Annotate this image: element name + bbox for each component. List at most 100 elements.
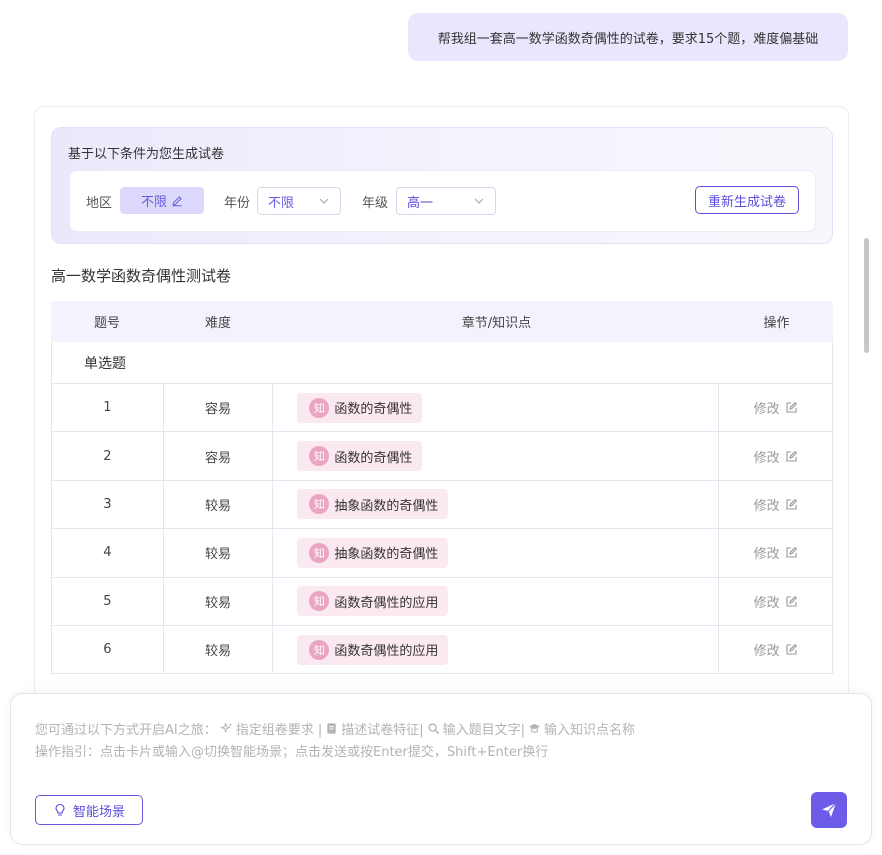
hint-prefix: 您可通过以下方式开启AI之旅：: [35, 723, 217, 738]
knowledge-cell: 知函数的奇偶性: [273, 384, 720, 432]
header-action: 操作: [763, 316, 790, 331]
edit-label: 修改: [753, 547, 780, 563]
knowledge-badge-icon: 知: [309, 397, 330, 418]
knowledge-cell: 知抽象函数的奇偶性: [273, 480, 720, 529]
question-rows: 1 容易知函数的奇偶性 修改 2 容易知函数的奇偶性 修改 3 较易知抽象函数的奇偶性 修改 4 较…: [51, 384, 833, 675]
edit-action[interactable]: 修改: [719, 432, 832, 479]
document-icon: [327, 723, 336, 734]
knowledge-badge-icon: 知: [309, 494, 330, 515]
header-knowledge: 章节/知识点: [461, 316, 532, 331]
knowledge-tag[interactable]: 知函数奇偶性的应用: [297, 586, 449, 617]
conditions-panel: 基于以下条件为您生成试卷 地区 不限 年份 不限 年级 高一 重新生成试卷: [51, 127, 833, 244]
edit-icon: [786, 498, 797, 510]
table-row: 5 较易知函数奇偶性的应用 修改: [51, 577, 833, 626]
question-table: 题号 难度 章节/知识点 操作 单选题 1 容易知函数的奇偶性 修改 2 容易知函数的奇…: [51, 301, 833, 675]
question-difficulty: 较易: [164, 625, 274, 674]
hint-item-features[interactable]: 描述试卷特征|: [341, 719, 423, 738]
grade-select[interactable]: 高一: [396, 187, 496, 215]
input-hint-line-1: 您可通过以下方式开启AI之旅： 指定组卷要求 | 描述试卷特征| 输入题目文字|…: [35, 719, 635, 738]
table-row: 2 容易知函数的奇偶性 修改: [51, 432, 833, 481]
edit-action[interactable]: 修改: [719, 626, 832, 673]
hint-item-knowledge[interactable]: 输入知识点名称: [544, 719, 635, 738]
regenerate-paper-button[interactable]: 重新生成试卷: [695, 186, 799, 214]
conditions-row: 地区 不限 年份 不限 年级 高一 重新生成试卷: [69, 170, 816, 232]
paper-title: 高一数学函数奇偶性测试卷: [51, 267, 232, 285]
conditions-title: 基于以下条件为您生成试卷: [68, 147, 225, 162]
edit-action[interactable]: 修改: [719, 578, 832, 625]
knowledge-label: 抽象函数的奇偶性: [334, 498, 439, 514]
knowledge-badge-icon: 知: [309, 542, 330, 563]
edit-action[interactable]: 修改: [719, 529, 832, 576]
edit-label: 修改: [753, 644, 780, 660]
knowledge-tag[interactable]: 知函数的奇偶性: [297, 441, 423, 472]
year-label: 年份: [224, 196, 251, 211]
knowledge-badge-icon: 知: [309, 591, 330, 612]
edit-label: 修改: [753, 595, 780, 611]
knowledge-badge-icon: 知: [309, 446, 330, 467]
year-select[interactable]: 不限: [257, 187, 341, 215]
edit-label: 修改: [753, 450, 780, 466]
answer-card: 基于以下条件为您生成试卷 地区 不限 年份 不限 年级 高一 重新生成试卷 高一…: [34, 106, 849, 706]
grade-value: 高一: [407, 195, 434, 211]
table-header: 题号 难度 章节/知识点 操作: [51, 301, 833, 342]
region-value: 不限: [140, 195, 167, 210]
header-difficulty: 难度: [204, 316, 231, 331]
edit-icon: [786, 450, 797, 462]
knowledge-tag[interactable]: 知函数的奇偶性: [297, 392, 423, 423]
user-message-bubble: 帮我组一套高一数学函数奇偶性的试卷，要求15个题，难度偏基础: [408, 13, 848, 61]
table-row: 3 较易知抽象函数的奇偶性 修改: [51, 480, 833, 530]
question-number: 4: [52, 529, 164, 577]
smart-scene-label: 智能场景: [72, 804, 125, 820]
knowledge-cell: 知函数的奇偶性: [273, 432, 720, 480]
chat-input-panel[interactable]: 您可通过以下方式开启AI之旅： 指定组卷要求 | 描述试卷特征| 输入题目文字|…: [10, 693, 872, 845]
sparkle-icon: [220, 722, 232, 733]
chevron-down-icon: [474, 198, 484, 204]
knowledge-cell: 知函数奇偶性的应用: [273, 577, 720, 625]
smart-scene-button[interactable]: 智能场景: [35, 795, 143, 825]
table-row: 4 较易知抽象函数的奇偶性 修改: [51, 529, 833, 578]
knowledge-label: 函数的奇偶性: [334, 450, 413, 466]
edit-label: 修改: [753, 498, 780, 514]
input-hint-line-2: 操作指引：点击卡片或输入@切换智能场景；点击发送或按Enter提交，Shift+…: [35, 745, 549, 760]
user-message-text: 帮我组一套高一数学函数奇偶性的试卷，要求15个题，难度偏基础: [437, 31, 819, 47]
knowledge-label: 抽象函数的奇偶性: [334, 547, 439, 563]
question-number: 1: [52, 384, 164, 432]
table-row: 6 较易知函数奇偶性的应用 修改: [51, 625, 833, 675]
edit-icon: [786, 595, 797, 607]
question-number: 2: [52, 432, 164, 480]
knowledge-tag[interactable]: 知抽象函数的奇偶性: [297, 489, 449, 520]
send-icon: [822, 802, 837, 817]
edit-pencil-icon: [172, 195, 182, 206]
hint-item-text[interactable]: 输入题目文字|: [443, 719, 525, 738]
scrollbar-thumb[interactable]: [864, 238, 869, 353]
header-number: 题号: [93, 316, 120, 331]
question-difficulty: 较易: [164, 480, 274, 529]
question-number: 3: [52, 480, 164, 529]
search-icon: [428, 723, 439, 735]
knowledge-tag[interactable]: 知函数奇偶性的应用: [297, 634, 449, 665]
knowledge-tag[interactable]: 知抽象函数的奇偶性: [297, 537, 449, 568]
question-difficulty: 较易: [164, 529, 274, 577]
send-button[interactable]: [811, 792, 847, 828]
year-value: 不限: [268, 195, 295, 211]
knowledge-badge-icon: 知: [309, 639, 330, 660]
region-chip[interactable]: 不限: [120, 187, 204, 214]
question-difficulty: 容易: [164, 384, 274, 432]
knowledge-cell: 知抽象函数的奇偶性: [273, 529, 720, 577]
question-number: 6: [52, 625, 164, 674]
region-label: 地区: [86, 196, 113, 211]
edit-icon: [786, 547, 797, 558]
lightbulb-icon: [55, 803, 65, 816]
section-row: 单选题: [51, 342, 833, 384]
question-number: 5: [52, 577, 164, 625]
table-row: 1 容易知函数的奇偶性 修改: [51, 384, 833, 433]
question-difficulty: 较易: [164, 577, 274, 625]
edit-label: 修改: [753, 402, 780, 418]
mortarboard-icon: [528, 723, 541, 733]
hint-item-requirements[interactable]: 指定组卷要求 |: [236, 719, 323, 738]
knowledge-cell: 知函数奇偶性的应用: [273, 625, 720, 674]
edit-action[interactable]: 修改: [719, 481, 832, 528]
knowledge-label: 函数的奇偶性: [334, 402, 413, 418]
grade-label: 年级: [362, 196, 389, 211]
edit-action[interactable]: 修改: [719, 384, 832, 431]
